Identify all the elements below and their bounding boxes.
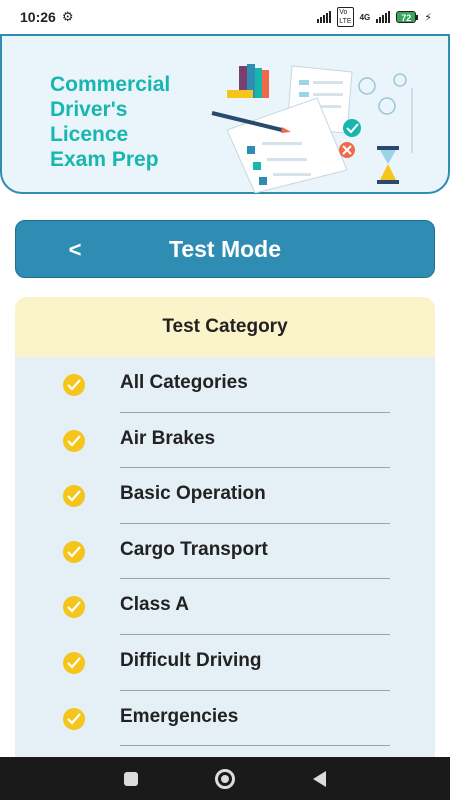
battery-level: 72	[396, 11, 417, 23]
settings-gear-icon: ⚙	[61, 9, 74, 24]
category-item-cargo-transport[interactable]: Cargo Transport	[15, 524, 435, 580]
signal-strength-icon	[317, 11, 332, 23]
category-label: Air Brakes	[120, 427, 216, 449]
test-mode-header: < Test Mode	[15, 220, 435, 278]
check-circle-icon	[63, 596, 85, 619]
app-banner: Commercial Driver's Licence Exam Prep	[0, 36, 450, 194]
check-circle-icon	[63, 374, 85, 396]
category-item-class-a[interactable]: Class A	[15, 579, 435, 635]
category-label: Class A	[120, 594, 189, 616]
category-item-all-categories[interactable]: All Categories	[15, 357, 435, 413]
charging-icon: ⚡	[424, 11, 432, 24]
check-circle-icon	[63, 707, 85, 730]
divider	[120, 745, 390, 747]
recents-icon	[124, 771, 138, 786]
category-item-emergencies[interactable]: Emergencies	[15, 691, 435, 747]
category-label: Basic Operation	[120, 483, 266, 505]
test-category-panel: Test Category All Categories Air Brakes …	[15, 297, 435, 767]
banner-title-line-2: Driver's	[50, 98, 128, 121]
banner-title: Commercial Driver's Licence Exam Prep	[50, 72, 220, 172]
signal-strength-2-icon	[376, 11, 391, 23]
banner-title-line-4: Exam Prep	[50, 148, 159, 171]
category-item-difficult-driving[interactable]: Difficult Driving	[15, 635, 435, 691]
recents-button[interactable]	[119, 767, 143, 791]
check-circle-icon	[63, 429, 85, 452]
exam-illustration	[211, 64, 413, 193]
category-label: Emergencies	[120, 705, 239, 727]
category-list: All Categories Air Brakes Basic Operatio…	[15, 357, 435, 747]
banner-title-line-1: Commercial	[50, 73, 171, 96]
status-indicators: Vo LTE 4G 72 ⚡	[317, 7, 432, 27]
back-button[interactable]: <	[60, 235, 90, 265]
home-icon	[215, 768, 235, 789]
category-label: Difficult Driving	[120, 649, 262, 671]
system-nav-bar	[0, 757, 450, 800]
check-circle-icon	[63, 540, 85, 563]
back-triangle-icon	[312, 770, 326, 787]
check-circle-icon	[63, 485, 85, 508]
check-circle-icon	[63, 651, 85, 674]
category-label: All Categories	[120, 372, 248, 393]
chevron-left-icon: <	[68, 237, 82, 262]
volte-icon: Vo LTE	[337, 7, 354, 27]
banner-title-line-3: Licence	[50, 123, 129, 146]
panel-title: Test Category	[162, 316, 288, 337]
panel-header: Test Category	[15, 297, 435, 357]
status-time: 10:26	[20, 9, 56, 25]
home-button[interactable]	[213, 767, 237, 791]
battery-icon: 72	[396, 11, 419, 23]
system-back-button[interactable]	[307, 767, 331, 791]
page-title: Test Mode	[168, 235, 282, 262]
status-bar: 10:26 ⚙ Vo LTE 4G 72 ⚡	[0, 0, 450, 34]
network-type: 4G	[359, 12, 371, 22]
category-item-air-brakes[interactable]: Air Brakes	[15, 413, 435, 469]
category-item-basic-operation[interactable]: Basic Operation	[15, 468, 435, 524]
category-label: Cargo Transport	[120, 538, 268, 560]
